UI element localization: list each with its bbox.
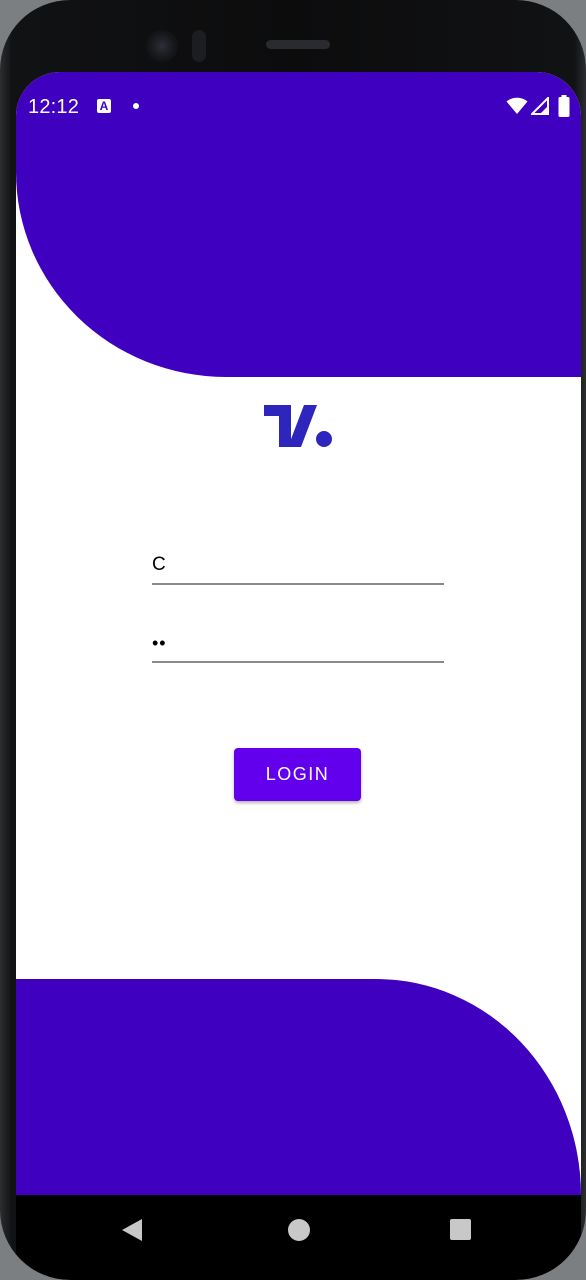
password-field[interactable] bbox=[152, 625, 444, 665]
back-triangle-icon[interactable] bbox=[121, 1219, 143, 1241]
a-icon: A bbox=[97, 99, 111, 113]
earpiece-speaker bbox=[266, 40, 330, 49]
wifi-icon bbox=[506, 97, 528, 114]
username-field[interactable] bbox=[152, 547, 444, 587]
tradingview-logo-icon bbox=[264, 405, 332, 447]
dot-icon bbox=[133, 103, 139, 109]
screen: 12:12 A LOGIN bbox=[16, 72, 581, 1280]
signal-icon bbox=[531, 97, 549, 115]
status-time: 12:12 bbox=[28, 96, 80, 118]
home-circle-icon[interactable] bbox=[288, 1219, 310, 1241]
recents-square-icon[interactable] bbox=[450, 1219, 471, 1240]
bottom-wave-decoration bbox=[16, 979, 581, 1195]
navigation-bar bbox=[16, 1195, 581, 1280]
login-button[interactable]: LOGIN bbox=[234, 748, 361, 801]
phone-frame: 12:12 A LOGIN bbox=[0, 0, 586, 1280]
username-input[interactable] bbox=[152, 547, 444, 585]
front-camera bbox=[146, 30, 178, 62]
proximity-sensor bbox=[192, 30, 206, 62]
password-input[interactable] bbox=[152, 625, 444, 663]
status-bar: 12:12 A bbox=[16, 72, 581, 142]
battery-icon bbox=[558, 95, 570, 117]
